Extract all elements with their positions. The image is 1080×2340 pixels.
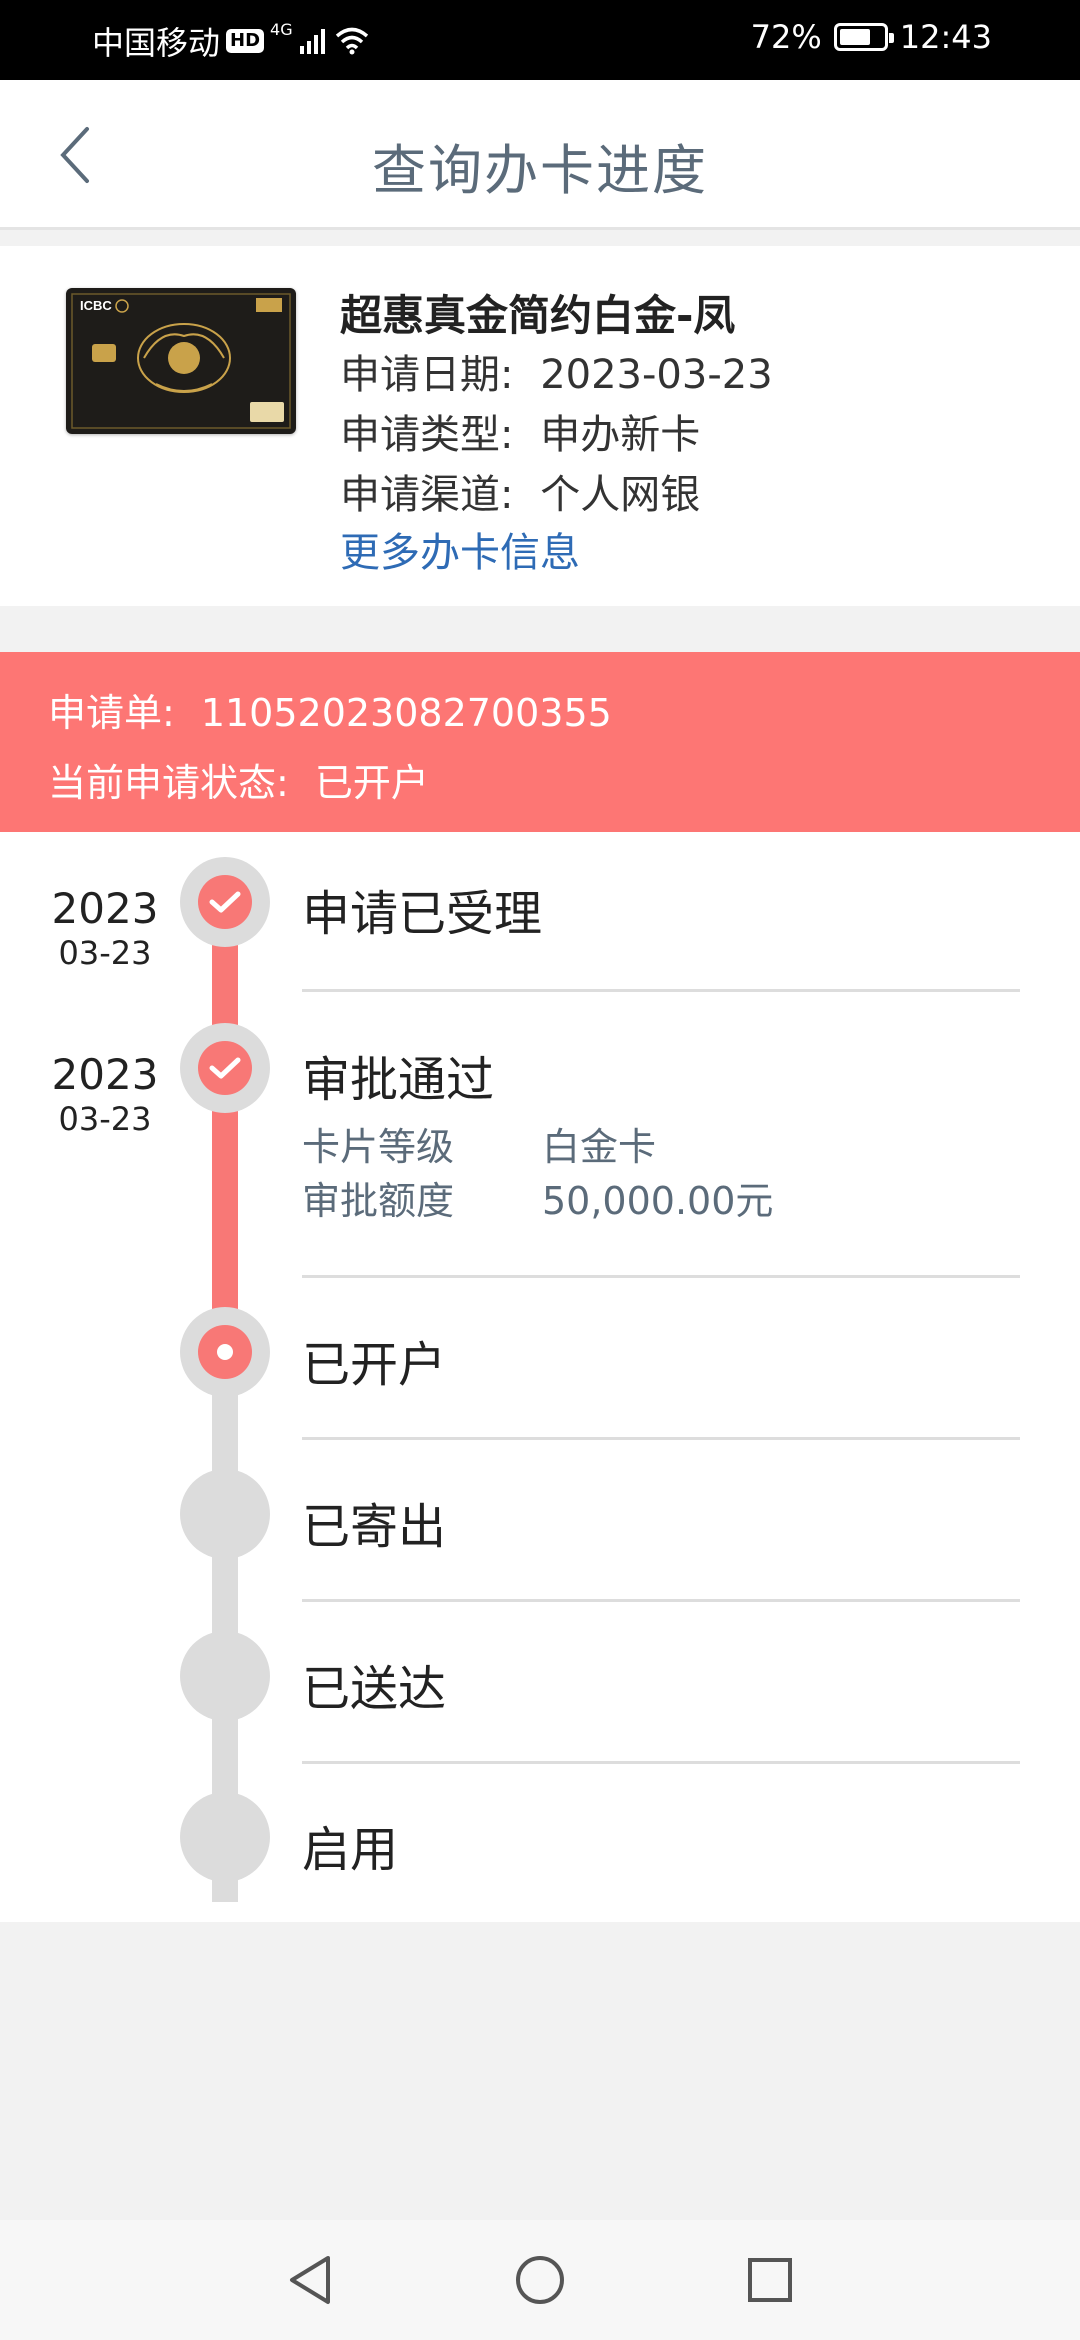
card-level-value: 白金卡	[542, 1125, 657, 1169]
apply-date-value: 2023-03-23	[540, 352, 773, 398]
nav-home-button[interactable]	[510, 2250, 570, 2310]
status-bar: 中国移动 HD 4G 72% 12:43	[0, 0, 1080, 80]
order-number-value: 11052023082700355	[200, 691, 612, 735]
step-1-year: 2023	[51, 884, 159, 933]
system-nav-bar	[0, 2220, 1080, 2340]
step-2-title: 审批通过	[302, 1052, 495, 1108]
page-title: 查询办卡进度	[372, 139, 708, 202]
clock: 12:43	[899, 18, 992, 56]
step-2-check-node	[180, 1023, 270, 1113]
check-icon	[209, 891, 241, 913]
wifi-icon	[335, 27, 368, 55]
current-dot-icon	[217, 1344, 233, 1360]
square-recent-icon	[748, 2258, 792, 2302]
nav-back-button[interactable]	[280, 2250, 340, 2310]
step-6-pending-node	[180, 1792, 270, 1882]
step-3-current-node	[180, 1307, 270, 1397]
step-2-year: 2023	[51, 1050, 159, 1099]
credit-limit-label: 审批额度	[302, 1179, 455, 1223]
apply-channel-label: 申请渠道:	[340, 472, 514, 518]
triangle-back-icon	[290, 2256, 330, 2304]
order-number-label: 申请单:	[48, 691, 175, 735]
card-bank-mark: ICBC	[80, 298, 112, 313]
check-icon	[209, 1057, 241, 1079]
apply-channel-value: 个人网银	[540, 472, 701, 518]
signal-icon	[299, 29, 325, 54]
step-divider	[302, 989, 1020, 992]
nav-recent-button[interactable]	[740, 2250, 800, 2310]
application-status-row: 当前申请状态: 已开户	[48, 752, 429, 807]
step-1-check-node	[180, 857, 270, 947]
network-type: 4G	[270, 20, 293, 39]
application-status-value: 已开户	[314, 761, 429, 805]
carrier-name: 中国移动	[92, 24, 221, 62]
card-artwork: ICBC	[66, 288, 296, 434]
more-card-info-link[interactable]: 更多办卡信息	[340, 520, 580, 578]
step-2-date: 03-23	[58, 1100, 152, 1138]
battery-percent: 72%	[750, 18, 822, 56]
timeline-progress	[212, 902, 238, 1352]
step-divider	[302, 1761, 1020, 1764]
step-3-title: 已开户	[302, 1337, 447, 1393]
status-right: 72% 12:43	[751, 18, 992, 56]
apply-type-value: 申办新卡	[540, 412, 701, 458]
credit-limit-row: 审批额度 50,000.00元	[302, 1170, 773, 1225]
step-4-pending-node	[180, 1469, 270, 1559]
step-divider	[302, 1599, 1020, 1602]
card-name: 超惠真金简约白金-凤	[340, 291, 736, 340]
step-4-title: 已寄出	[302, 1499, 447, 1555]
credit-limit-value: 50,000.00元	[542, 1179, 774, 1223]
step-5-title: 已送达	[302, 1661, 447, 1717]
step-divider	[302, 1275, 1020, 1278]
apply-channel-row: 申请渠道: 个人网银	[340, 462, 700, 520]
step-6-title: 启用	[302, 1822, 399, 1878]
status-left: 中国移动 HD 4G	[92, 18, 369, 64]
step-divider	[302, 1437, 1020, 1440]
card-level-label: 卡片等级	[302, 1125, 455, 1169]
progress-timeline: 2023 03-23 申请已受理 2023 03-23 审批通过 卡片等级 白金…	[0, 832, 1080, 1922]
apply-type-label: 申请类型:	[340, 412, 514, 458]
battery-fill	[839, 29, 871, 45]
apply-type-row: 申请类型: 申办新卡	[340, 402, 700, 460]
step-5-pending-node	[180, 1631, 270, 1721]
card-level-row: 卡片等级 白金卡	[302, 1116, 656, 1171]
card-info-section: ICBC 超惠真金简约白金-凤 申请日期: 2023-03-23 申请类型: 申…	[0, 246, 1080, 606]
apply-date-row: 申请日期: 2023-03-23	[340, 342, 773, 400]
step-1-title: 申请已受理	[302, 886, 543, 942]
app-header: 查询办卡进度	[0, 80, 1080, 230]
apply-date-label: 申请日期:	[340, 352, 514, 398]
battery-icon	[833, 23, 894, 51]
application-banner: 申请单: 11052023082700355 当前申请状态: 已开户	[0, 652, 1080, 832]
card-image: ICBC	[66, 288, 296, 434]
hd-badge: HD	[226, 29, 265, 53]
order-number-row: 申请单: 11052023082700355	[48, 682, 612, 737]
step-1-date: 03-23	[58, 934, 152, 972]
application-status-label: 当前申请状态:	[48, 761, 289, 805]
circle-home-icon	[516, 2256, 564, 2304]
